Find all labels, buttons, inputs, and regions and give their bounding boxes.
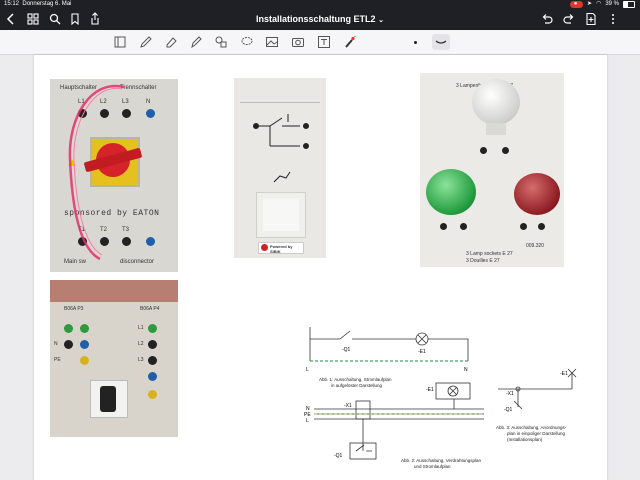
socket-black [64,340,73,349]
diagram-label: -E1 [418,349,426,355]
caption-abb3-line1: Abb. 3: Ausschaltung, Anordnungs- [496,425,567,430]
photo-lamp-sockets-panel[interactable]: 3 Lampenfassungen E 27 009.320 3 Lamp so… [420,73,564,267]
sibik-logo-icon [261,244,268,251]
socket-white [486,123,506,135]
battery-icon [623,1,635,8]
fuse-label: B06A P4 [140,306,160,312]
more-icon[interactable] [606,12,620,26]
status-time: 15:12 [4,1,20,7]
laser-pointer-icon[interactable] [342,34,358,50]
terminal-socket [480,147,487,154]
panel-top-strip [50,280,178,302]
eraser-icon[interactable] [163,34,179,50]
photo-supply-panel[interactable]: B06A P3 B06A P4 L1 L2 L3 N PE [50,280,178,437]
fuse-label: B06A P3 [64,306,84,312]
text-icon[interactable] [316,34,332,50]
sibik-logo: Powered by SIBIK [258,242,304,254]
terminal-socket [538,223,545,230]
pen-icon[interactable] [138,34,154,50]
diagram-abb3-installation[interactable]: -E1 -X1 -Q1 [496,367,586,427]
socket-label: N [54,341,58,347]
document-title[interactable]: Installationsschaltung ETL2 [256,14,376,24]
schematic-print [240,84,320,103]
red-ink-annotation[interactable] [50,79,178,272]
lamp-panel-bottom-label-1: 3 Lamp sockets E 27 [466,251,513,257]
curve-icon [435,40,447,44]
lamp-white [472,79,520,125]
camera-icon[interactable] [290,34,306,50]
diagram-label: -X1 [344,403,352,409]
diagram-abb1-circuit[interactable]: L N -Q1 -E1 [304,321,474,381]
highlighter-icon[interactable] [188,34,204,50]
lamp-green [426,169,476,215]
socket-label: L3 [138,357,144,363]
wall-switch [256,192,306,238]
shapes-icon[interactable] [213,34,229,50]
terminal-socket [502,147,509,154]
diagram-abb2-wiring[interactable]: -Q1 -E1 -X1 N PE L [304,381,494,461]
lasso-icon[interactable] [239,34,255,50]
socket-black [148,356,157,365]
stroke-dot-small[interactable] [414,41,417,44]
lamp-red [514,173,560,215]
sibik-brand: Powered by SIBIK [270,244,293,254]
rotary-selector-knob [100,386,116,412]
terminal-socket [520,223,527,230]
caption-abb3-line2: plan in einpoliger Darstellung [507,431,566,436]
socket-green [64,324,73,333]
redo-icon[interactable] [562,12,576,26]
socket-label: PE [54,357,61,363]
socket-yellow [148,390,157,399]
caption-abb2-line1: Abb. 2: Ausschaltung, Verdrahtungsplan [401,458,482,463]
terminal-socket [440,223,447,230]
switch-contact-symbol [273,171,291,183]
status-bar: 15:12 Donnerstag 6. Mai ● ➤ ◠ 39 % [0,0,640,9]
diagram-label: -Q1 [504,407,513,413]
read-mode-icon[interactable] [112,34,128,50]
switch-symbol-drawing [253,114,309,149]
diagram-label: -E1 [560,371,568,377]
notebook-page[interactable]: Hauptschalter Trennschalter L1 L2 L3 N s… [34,55,607,480]
socket-blue [80,340,89,349]
diagram-label: N [464,367,468,373]
stroke-curve-selected[interactable] [432,34,450,50]
diagram-label: L [306,418,309,424]
photo-main-switch-panel[interactable]: Hauptschalter Trennschalter L1 L2 L3 N s… [50,79,178,272]
image-icon[interactable] [264,34,280,50]
tool-bar [0,30,640,55]
chevron-down-icon[interactable]: ⌄ [378,17,384,24]
wifi-icon: ◠ [596,1,602,7]
socket-green [80,324,89,333]
add-page-icon[interactable] [584,12,598,26]
socket-black [148,340,157,349]
battery-level: 39 % [605,1,619,7]
location-icon: ➤ [587,1,593,7]
diagram-label: -E1 [426,387,434,393]
diagram-label: L [306,367,309,373]
socket-label: L2 [138,341,144,347]
diagram-label: -Q1 [334,453,343,459]
socket-green [148,324,157,333]
caption-abb3-line3: (Installationsplan) [507,437,543,442]
socket-blue [148,372,157,381]
nav-bar: Installationsschaltung ETL2 ⌄ [0,9,640,30]
status-date: Donnerstag 6. Mai [22,1,72,7]
caption-abb2-line2: und Stromlaufplan [414,464,451,469]
recording-indicator: ● [569,1,584,8]
diagram-label: -X1 [506,391,514,397]
diagram-label: -Q1 [342,347,351,353]
terminal-socket [460,223,467,230]
socket-yellow [80,356,89,365]
lamp-panel-bottom-label-2: 3 Douilles E 27 [466,258,500,264]
undo-icon[interactable] [540,12,554,26]
socket-label: L1 [138,325,144,331]
lamp-panel-code: 009.320 [526,243,545,249]
photo-sibik-switch-panel[interactable]: Powered by SIBIK [234,78,326,258]
